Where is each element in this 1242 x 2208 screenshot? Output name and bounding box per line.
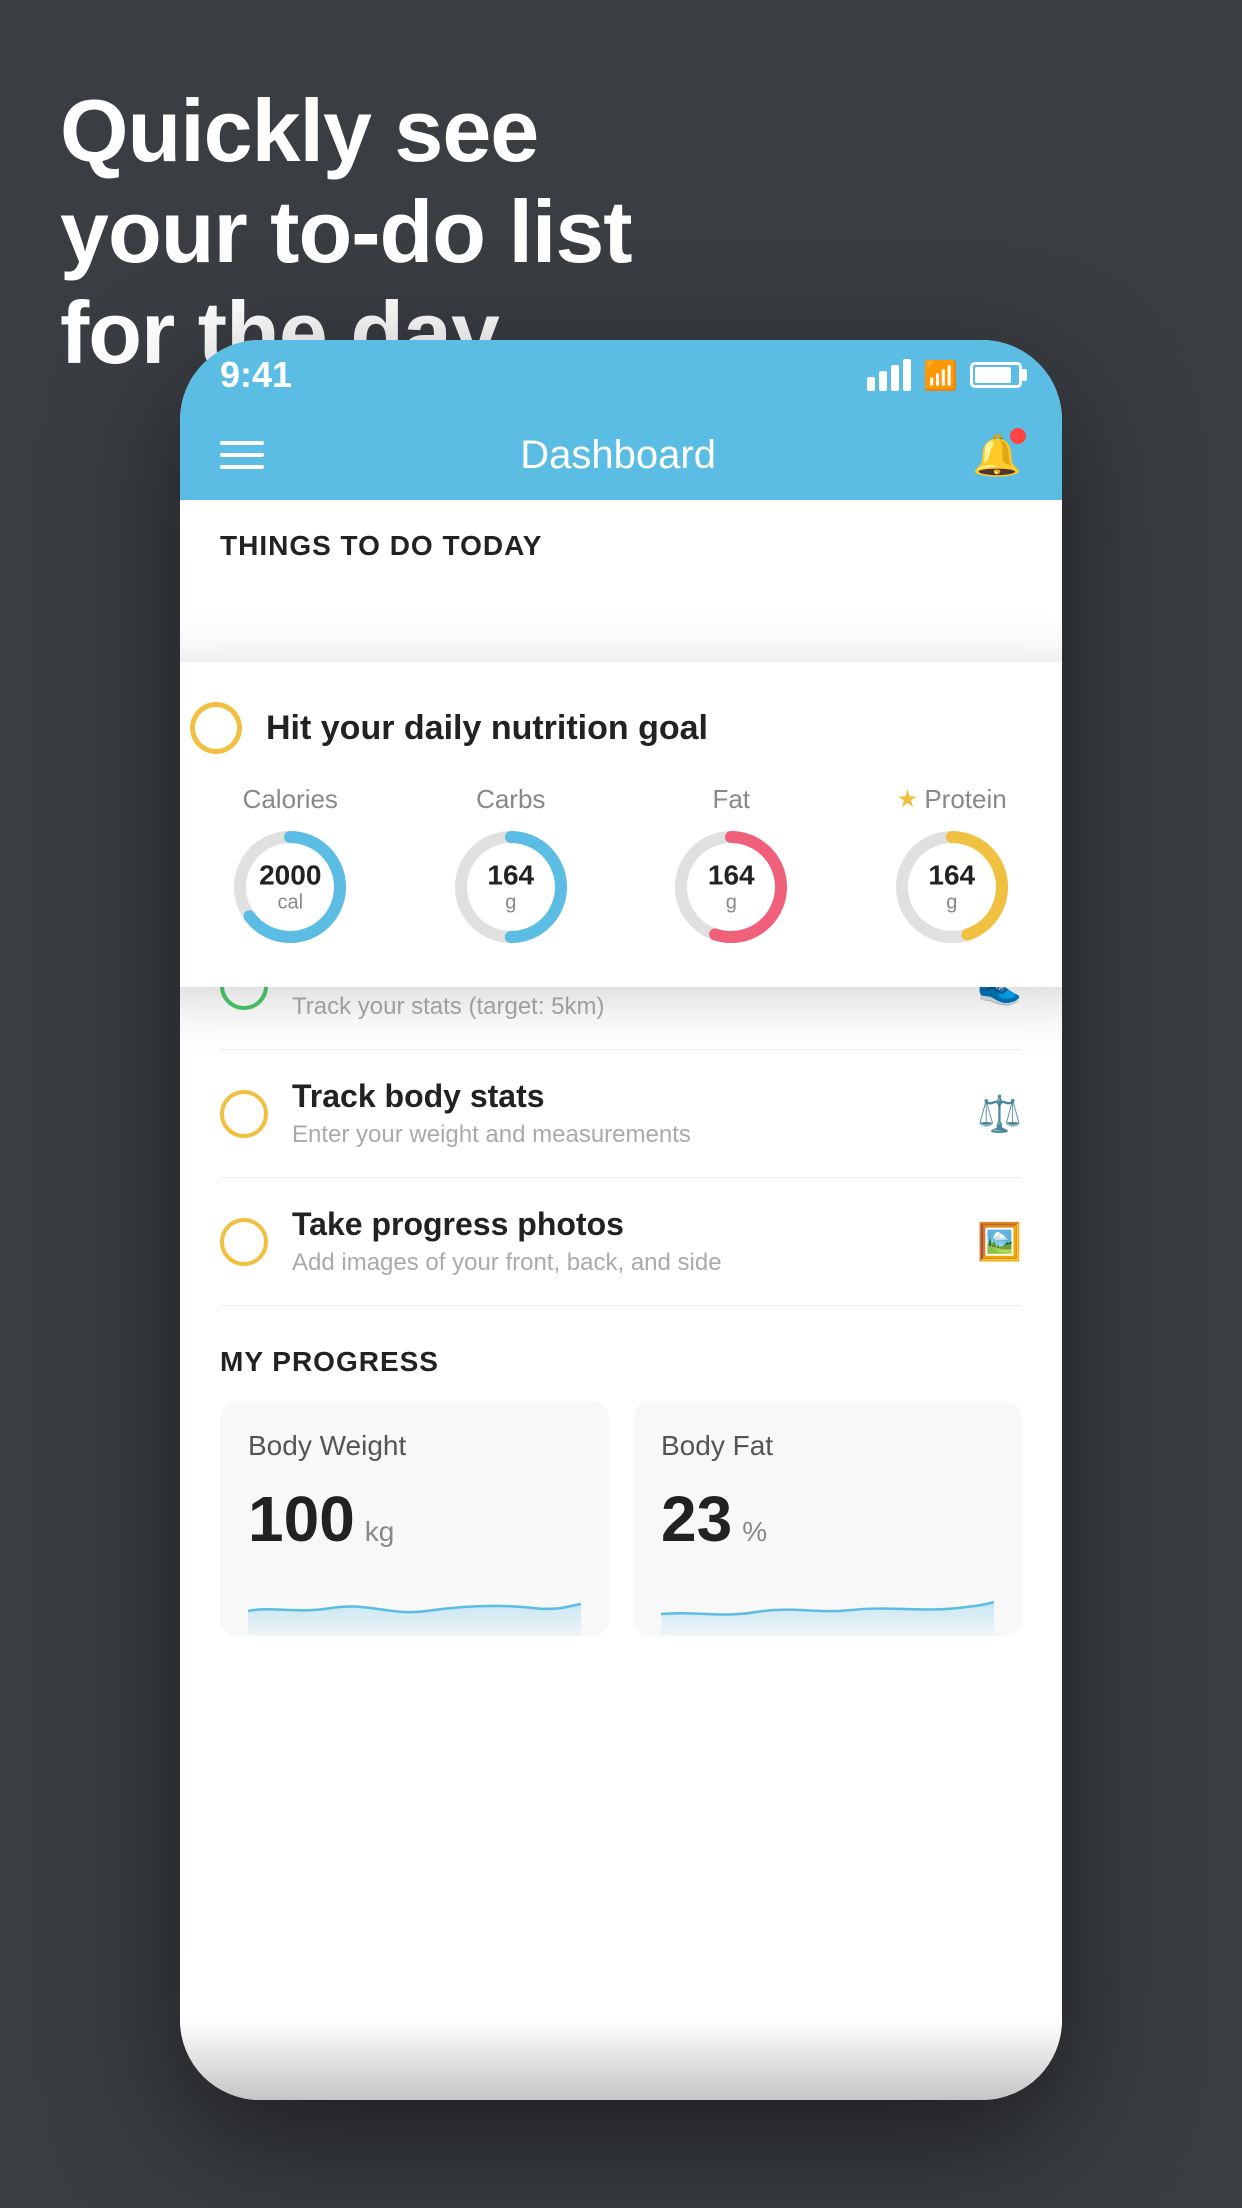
body-weight-card[interactable]: Body Weight 100 kg xyxy=(220,1402,609,1636)
fat-unit: g xyxy=(708,891,755,913)
fat-ring: 164 g xyxy=(671,827,791,947)
protein-item: ★ Protein 164 g xyxy=(892,784,1012,947)
body-stats-text: Track body stats Enter your weight and m… xyxy=(292,1078,953,1149)
body-fat-card[interactable]: Body Fat 23 % xyxy=(633,1402,1022,1636)
body-fat-value: 23 % xyxy=(661,1482,994,1556)
star-icon: ★ xyxy=(897,785,919,814)
nutrition-row: Calories 2000 cal xyxy=(190,784,1052,947)
section-label: THINGS TO DO TODAY xyxy=(180,500,1062,582)
body-weight-value: 100 kg xyxy=(248,1482,581,1556)
signal-icon xyxy=(867,359,911,391)
body-fat-chart xyxy=(661,1576,994,1636)
nutrition-card-title: Hit your daily nutrition goal xyxy=(266,709,708,748)
body-fat-card-title: Body Fat xyxy=(661,1430,994,1462)
phone-mockup: 9:41 📶 Dashboard 🔔 THINGS TO DO TODAY xyxy=(180,340,1062,2100)
running-subtitle: Track your stats (target: 5km) xyxy=(292,993,953,1021)
status-bar: 9:41 📶 xyxy=(180,340,1062,410)
carbs-item: Carbs 164 g xyxy=(451,784,571,947)
photos-subtitle: Add images of your front, back, and side xyxy=(292,1249,953,1277)
progress-cards: Body Weight 100 kg xyxy=(220,1402,1022,1636)
photos-title: Take progress photos xyxy=(292,1206,953,1243)
protein-label: ★ Protein xyxy=(897,784,1007,815)
header-title: Dashboard xyxy=(520,433,716,478)
phone-content: THINGS TO DO TODAY Hit your daily nutrit… xyxy=(180,500,1062,2100)
hero-text: Quickly see your to-do list for the day. xyxy=(60,80,632,384)
body-stats-circle xyxy=(220,1090,268,1138)
body-weight-number: 100 xyxy=(248,1482,355,1556)
battery-icon xyxy=(970,362,1022,388)
photos-circle xyxy=(220,1218,268,1266)
progress-section: MY PROGRESS Body Weight 100 kg xyxy=(180,1306,1062,1636)
app-header: Dashboard 🔔 xyxy=(180,410,1062,500)
calories-item: Calories 2000 cal xyxy=(230,784,350,947)
carbs-unit: g xyxy=(487,891,534,913)
body-stats-title: Track body stats xyxy=(292,1078,953,1115)
notification-bell-button[interactable]: 🔔 xyxy=(972,432,1022,479)
calories-ring: 2000 cal xyxy=(230,827,350,947)
todo-item-body-stats[interactable]: Track body stats Enter your weight and m… xyxy=(220,1050,1022,1178)
fat-item: Fat 164 g xyxy=(671,784,791,947)
carbs-value: 164 xyxy=(487,861,534,892)
nutrition-card: Hit your daily nutrition goal Calories xyxy=(180,662,1062,987)
body-stats-subtitle: Enter your weight and measurements xyxy=(292,1121,953,1149)
body-fat-number: 23 xyxy=(661,1482,732,1556)
protein-value: 164 xyxy=(928,861,975,892)
card-header: Hit your daily nutrition goal xyxy=(190,702,1052,754)
hamburger-menu-button[interactable] xyxy=(220,441,264,469)
status-icons: 📶 xyxy=(867,359,1022,392)
body-weight-unit: kg xyxy=(365,1516,395,1548)
calories-value: 2000 xyxy=(259,861,321,892)
hero-line2: your to-do list xyxy=(60,181,632,282)
carbs-label: Carbs xyxy=(476,784,545,815)
fat-label: Fat xyxy=(712,784,750,815)
calories-unit: cal xyxy=(259,891,321,913)
protein-unit: g xyxy=(928,891,975,913)
status-time: 9:41 xyxy=(220,354,292,396)
body-weight-card-title: Body Weight xyxy=(248,1430,581,1462)
carbs-ring: 164 g xyxy=(451,827,571,947)
todo-item-photos[interactable]: Take progress photos Add images of your … xyxy=(220,1178,1022,1306)
photo-icon: 🖼️ xyxy=(977,1221,1022,1263)
dark-overlay xyxy=(180,2020,1062,2100)
wifi-icon: 📶 xyxy=(923,359,958,392)
body-fat-unit: % xyxy=(742,1516,767,1548)
fat-value: 164 xyxy=(708,861,755,892)
protein-ring: 164 g xyxy=(892,827,1012,947)
calories-label: Calories xyxy=(243,784,338,815)
hero-line1: Quickly see xyxy=(60,80,632,181)
body-weight-chart xyxy=(248,1576,581,1636)
notification-dot xyxy=(1010,428,1026,444)
photos-text: Take progress photos Add images of your … xyxy=(292,1206,953,1277)
progress-label: MY PROGRESS xyxy=(220,1346,1022,1378)
scale-icon: ⚖️ xyxy=(977,1093,1022,1135)
nutrition-goal-circle xyxy=(190,702,242,754)
